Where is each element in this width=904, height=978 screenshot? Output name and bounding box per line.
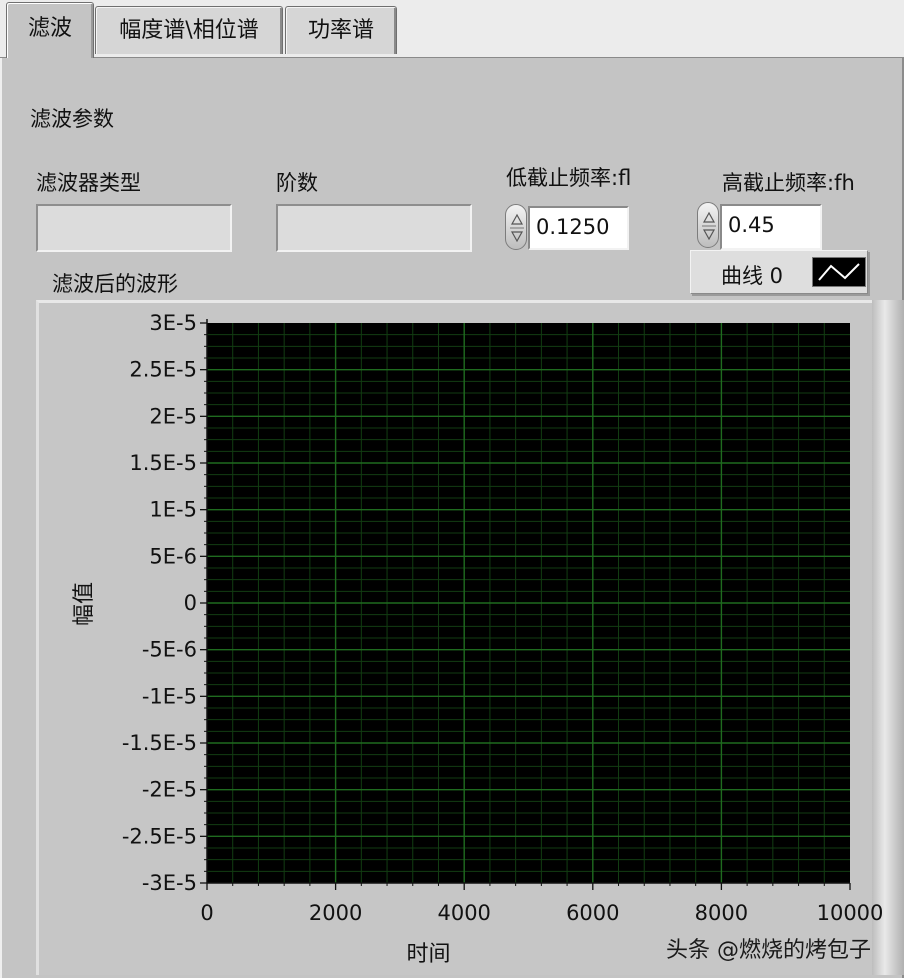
tab-filter[interactable]: 滤波 bbox=[6, 2, 94, 58]
y-tick-label: -3E-5 bbox=[142, 871, 197, 895]
watermark: 头条 @燃烧的烤包子 bbox=[666, 938, 871, 963]
x-axis-label: 时间 bbox=[406, 942, 450, 967]
y-tick-label: -1E-5 bbox=[142, 684, 197, 708]
y-tick-label: 2.5E-5 bbox=[129, 358, 197, 382]
y-tick-label: 2E-5 bbox=[149, 404, 197, 428]
y-tick-label: -1.5E-5 bbox=[122, 731, 197, 755]
y-tick-label: -2E-5 bbox=[142, 778, 197, 802]
y-tick-label: 1.5E-5 bbox=[129, 451, 197, 475]
x-tick-label: 10000 bbox=[817, 901, 884, 925]
x-tick-label: 8000 bbox=[695, 901, 748, 925]
y-axis-label: 幅值 bbox=[72, 582, 97, 626]
x-tick-label: 2000 bbox=[309, 901, 362, 925]
x-tick-label: 6000 bbox=[566, 901, 619, 925]
y-tick-label: -5E-6 bbox=[142, 638, 197, 662]
y-tick-label: -2.5E-5 bbox=[122, 824, 197, 848]
waveform-chart: 3E-5 2.5E-5 2E-5 1.5E-5 1E-5 5E-6 0 -5E-6 -1E-5 -… bbox=[72, 311, 884, 967]
y-tick-label: 1E-5 bbox=[149, 498, 197, 522]
y-tick-label: 3E-5 bbox=[149, 311, 197, 335]
y-tick-label: 0 bbox=[184, 591, 197, 615]
y-tick-label: 5E-6 bbox=[149, 544, 197, 568]
x-tick-label: 4000 bbox=[437, 901, 490, 925]
x-tick-label: 0 bbox=[200, 901, 213, 925]
